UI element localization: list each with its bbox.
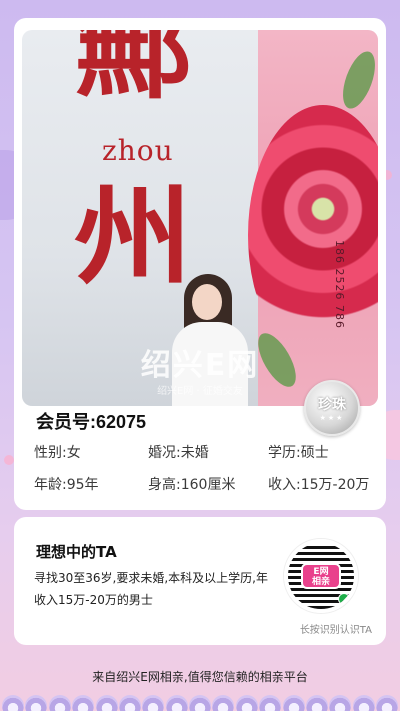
ideal-description: 寻找30至36岁,要求未婚,本科及以上学历,年收入15万-20万的男士 [34,571,268,607]
bg-decoration [4,455,14,465]
ideal-partner-card: 理想中的TA 寻找30至36岁,要求未婚,本科及以上学历,年收入15万-20万的… [14,517,386,645]
member-id: 会员号:62075 [36,412,147,432]
qr-code[interactable]: E网 相亲 [284,539,358,613]
field-gender: 性别:女 [34,445,81,461]
footer-slogan: 来自绍兴E网相亲,值得您信赖的相亲平台 [92,670,308,684]
sign-char-top: 鄦 [74,30,193,114]
wechat-icon [338,593,350,605]
badge-label: 珍珠 [318,397,346,413]
scallop-border [0,695,400,711]
qr-center-logo: E网 相亲 [301,563,341,589]
sign-pinyin: zhou [102,134,174,167]
photo-watermark: 绍兴E网 [140,348,260,383]
profile-photo[interactable]: 186 2526 786 鄦 zhou 州 绍兴E网 绍兴E网 · 征婚交友 [22,30,378,406]
field-income: 收入:15万-20万 [268,477,370,493]
profile-card: 186 2526 786 鄦 zhou 州 绍兴E网 绍兴E网 · 征婚交友 珍… [14,18,386,510]
badge-stars-icon: ★★★ [319,414,345,422]
qr-caption: 长按识别认识TA [299,625,372,636]
profile-info-grid: 性别:女 婚况:未婚 学历:硕士 年龄:95年 身高:160厘米 收入:15万-… [34,442,382,494]
ideal-title: 理想中的TA [36,543,117,561]
field-height: 身高:160厘米 [148,477,236,493]
field-age: 年龄:95年 [34,477,99,493]
member-level-badge: 珍珠 ★★★ [304,380,360,436]
mural-phone-text: 186 2526 786 [333,240,346,329]
field-marital: 婚况:未婚 [148,445,209,461]
field-education: 学历:硕士 [268,445,329,461]
